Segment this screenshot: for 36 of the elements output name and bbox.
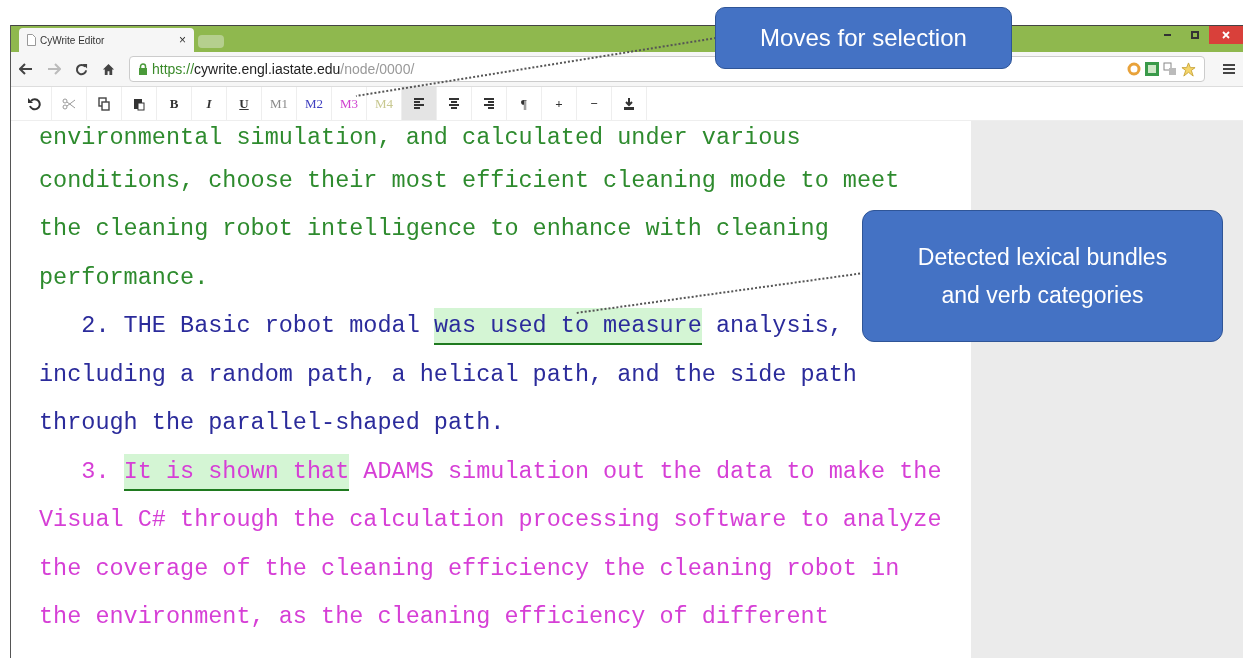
text-line: the coverage of the cleaning efficiency the cleaning robot in [39,553,900,584]
extension-icon[interactable] [1145,62,1159,76]
text-line: including a random path, a helical path, and the side path [39,359,857,390]
text-line: the cleaning robot intelligence to enhance with cleaning [39,214,829,245]
close-window-button[interactable] [1209,26,1243,44]
tab-title: CyWrite Editor [40,33,105,48]
back-icon[interactable] [19,63,33,75]
align-center-icon [447,96,461,111]
url-text: https://cywrite.engl.iastate.edu/node/0000/ [152,59,415,79]
undo-icon [27,96,41,111]
reload-icon[interactable] [75,62,88,76]
align-right-icon [482,96,496,111]
close-tab-button[interactable]: × [179,31,186,49]
menu-icon[interactable] [1223,63,1235,75]
home-icon[interactable] [102,62,115,76]
text-line: the environment, as the cleaning efficiency of different [39,602,829,633]
copy-icon [97,96,111,111]
text-line: environmental simulation, and calculated under various [39,123,801,154]
download-icon [622,96,636,111]
text-line: Visual C# through the calculation processing software to analyze [39,505,942,536]
align-left-button[interactable] [402,87,437,120]
text-line: 2. THE Basic robot modal was used to measure analysis, [39,302,843,351]
text-line: 3. It is shown that ADAMS simulation out the data to make the [39,448,942,497]
scissors-icon [62,96,76,111]
callout-tooltip: Moves for selection [715,7,1012,69]
star-icon[interactable] [1181,61,1196,77]
text-line: conditions, choose their most efficient cleaning mode to meet [39,165,900,196]
paste-icon [132,96,146,111]
text-line: performance. [39,262,209,293]
align-left-icon [412,96,426,111]
text-line: through the parallel-shaped path. [39,408,505,439]
close-icon [1222,31,1230,39]
callout-tooltip: Detected lexical bundles and verb categories [862,210,1223,342]
page-icon [27,34,36,46]
lock-icon [138,63,148,75]
browser-tab[interactable]: CyWrite Editor × [19,28,194,52]
